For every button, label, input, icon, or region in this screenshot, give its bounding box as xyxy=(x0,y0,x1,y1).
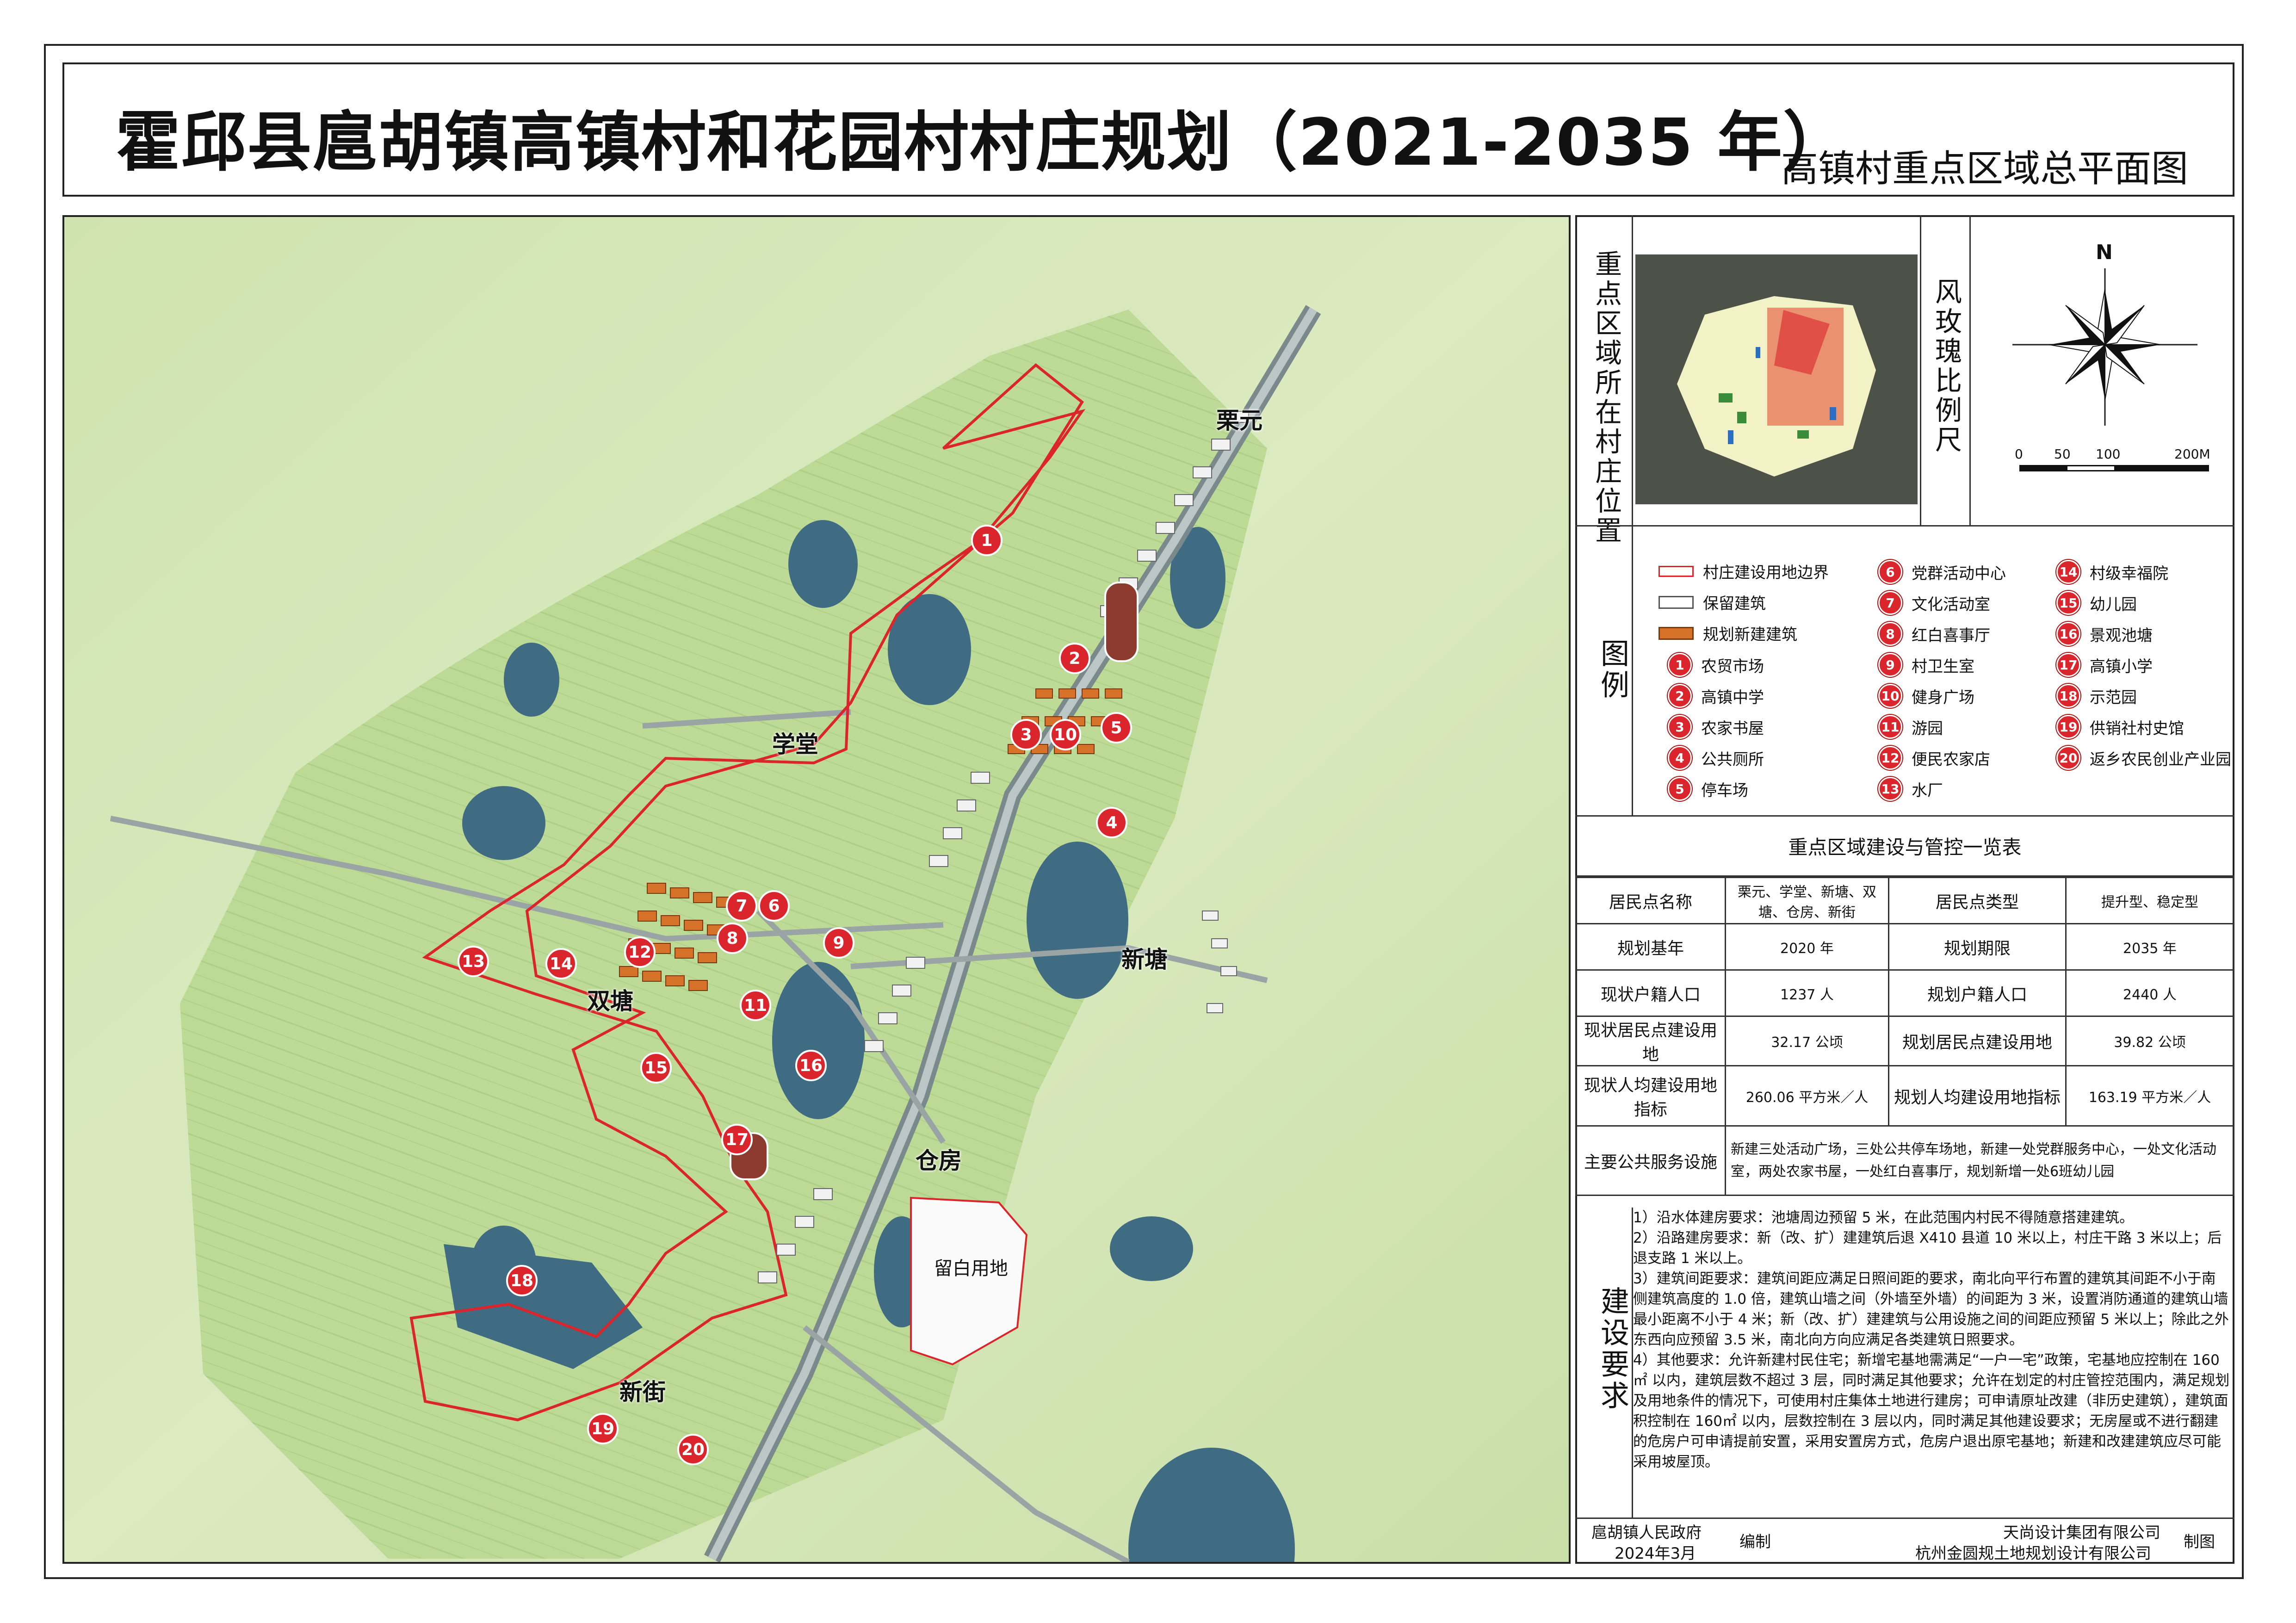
legend-boundary: 村庄建设用地边界 xyxy=(1659,560,1829,582)
footer-company-1: 天尚设计集团有限公司 xyxy=(2003,1524,2160,1542)
marker-18-demo-garden: 18 xyxy=(506,1265,538,1296)
legend-item: 6 党群活动中心 xyxy=(1878,560,2006,584)
requirement-item: 2）沿路建房要求：新（改、扩）建建筑后退 X410 县道 10 米以上，村庄干路… xyxy=(1633,1230,2222,1267)
north-label: N xyxy=(2096,241,2113,264)
marker-8-ceremony-hall: 8 xyxy=(717,923,748,954)
legend-item: 13 水厂 xyxy=(1878,777,1943,801)
legend-item: 14 村级幸福院 xyxy=(2056,560,2168,584)
marker-10-fitness-square: 10 xyxy=(1050,719,1081,750)
reserved-land-label: 留白用地 xyxy=(934,1258,1008,1279)
footer-gov: 扈胡镇人民政府 xyxy=(1591,1524,1702,1542)
marker-11-garden: 11 xyxy=(740,990,771,1021)
place-cangfang: 仓房 xyxy=(916,1147,962,1174)
marker-20-industrial-park: 20 xyxy=(677,1434,709,1465)
control-table: 居民点名称 栗元、学堂、新塘、双塘、仓房、新街 居民点类型 提升型、稳定型 规划… xyxy=(1575,877,2234,1196)
marker-9-clinic: 9 xyxy=(823,927,854,959)
marker-14-welfare-home: 14 xyxy=(545,948,577,979)
requirement-item: 3）建筑间距要求：建筑间距应满足日照间距的要求，南北向平行布置的建筑其间距不小于… xyxy=(1633,1270,2229,1348)
footer-date: 2024年3月 xyxy=(1615,1544,1696,1563)
legend-item: 11 游园 xyxy=(1878,715,1943,739)
location-heading: 重点区域所在村庄位置 xyxy=(1590,250,1622,546)
legend-new: 规划新建建筑 xyxy=(1659,622,1797,644)
table-row: 现状居民点建设用地 32.17 公顷 规划居民点建设用地 39.82 公顷 xyxy=(1575,1016,2234,1066)
legend-item: 18 示范园 xyxy=(2056,684,2137,708)
marker-7-culture-room: 7 xyxy=(726,890,757,922)
marker-6-party-center: 6 xyxy=(758,890,790,922)
marker-19-history-museum: 19 xyxy=(587,1413,619,1444)
legend-item: 3 农家书屋 xyxy=(1668,715,1764,739)
boundary-swatch xyxy=(1659,565,1694,577)
location-map-thumbnail xyxy=(1635,254,1918,504)
marker-13-waterworks: 13 xyxy=(458,946,489,977)
legend-item: 12 便民农家店 xyxy=(1878,746,1990,770)
requirements-heading: 建设要求 xyxy=(1596,1286,1629,1412)
page-title: 霍邱县扈胡镇高镇村和花园村村庄规划（2021-2035 年） xyxy=(116,105,1849,180)
footer-company-2: 杭州金圆规土地规划设计有限公司 xyxy=(1915,1544,2151,1563)
scale-label-100: 100 xyxy=(2096,446,2121,462)
scale-label-50: 50 xyxy=(2054,446,2071,462)
legend-item: 4 公共厕所 xyxy=(1668,746,1764,770)
marker-2-middle-school: 2 xyxy=(1059,643,1090,674)
marker-15-kindergarten: 15 xyxy=(640,1052,672,1084)
scale-bar xyxy=(2019,465,2209,471)
school-track xyxy=(1104,582,1139,662)
marker-3-library: 3 xyxy=(1010,719,1042,750)
master-plan-map: 栗元 学堂 双塘 新塘 仓房 新街 留白用地 1 2 3 4 5 6 7 8 9… xyxy=(62,215,1571,1564)
footer-draw: 制图 xyxy=(2184,1533,2215,1551)
legend-item: 19 供销社村史馆 xyxy=(2056,715,2184,739)
scale-label-200: 200M xyxy=(2174,446,2210,462)
requirements-list: 1）沿水体建房要求：池塘周边预留 5 米，在此范围内村民不得随意搭建建筑。 2）… xyxy=(1633,1208,2230,1472)
marker-4-toilet: 4 xyxy=(1096,807,1127,838)
table-row: 主要公共服务设施 新建三处活动广场，三处公共停车场地，新建一处党群服务中心，一处… xyxy=(1575,1125,2234,1196)
legend-retained: 保留建筑 xyxy=(1659,591,1766,613)
place-liyuan: 栗元 xyxy=(1216,407,1262,434)
table-row: 现状人均建设用地指标 260.06 平方米／人 规划人均建设用地指标 163.1… xyxy=(1575,1065,2234,1127)
marker-1-market: 1 xyxy=(971,525,1003,556)
place-xintang: 新塘 xyxy=(1121,946,1168,973)
legend-item: 16 景观池塘 xyxy=(2056,622,2153,646)
table-row: 规划基年 2020 年 规划期限 2035 年 xyxy=(1575,923,2234,971)
marker-5-parking: 5 xyxy=(1101,712,1132,743)
legend-item: 10 健身广场 xyxy=(1878,684,1974,708)
legend-item: 2 高镇中学 xyxy=(1668,684,1764,708)
retained-swatch xyxy=(1659,595,1694,609)
place-xuetang: 学堂 xyxy=(772,731,818,758)
table-row: 居民点名称 栗元、学堂、新塘、双塘、仓房、新街 居民点类型 提升型、稳定型 xyxy=(1575,877,2234,924)
marker-16-landscape-pond: 16 xyxy=(795,1050,827,1081)
legend-item: 17 高镇小学 xyxy=(2056,653,2153,677)
map-canvas xyxy=(64,217,1569,1562)
page-subtitle: 高镇村重点区域总平面图 xyxy=(1781,147,2188,190)
table-row: 现状户籍人口 1237 人 规划户籍人口 2440 人 xyxy=(1575,969,2234,1017)
place-xinjie: 新街 xyxy=(619,1379,666,1406)
requirement-item: 1）沿水体建房要求：池塘周边预留 5 米，在此范围内村民不得随意搭建建筑。 xyxy=(1633,1209,2134,1226)
footer-compile: 编制 xyxy=(1739,1533,1771,1551)
legend-item: 7 文化活动室 xyxy=(1878,591,1990,615)
legend-item: 15 幼儿园 xyxy=(2056,591,2137,615)
table-heading: 重点区域建设与管控一览表 xyxy=(1575,817,2234,877)
scale-label-0: 0 xyxy=(2015,446,2023,462)
legend-item: 5 停车场 xyxy=(1668,777,1748,801)
legend-item: 9 村卫生室 xyxy=(1878,653,1974,677)
marker-12-store: 12 xyxy=(624,936,656,968)
new-swatch xyxy=(1659,626,1694,640)
rose-heading: 风玫瑰比例尺 xyxy=(1931,278,1962,455)
legend-item: 1 农贸市场 xyxy=(1668,653,1764,677)
place-shuangtang: 双塘 xyxy=(587,988,633,1015)
wind-rose-icon xyxy=(2012,268,2197,426)
legend-item: 8 红白喜事厅 xyxy=(1878,622,1990,646)
requirement-item: 4）其他要求：允许新建村民住宅；新增宅基地需满足“一户一宅”政策，宅基地应控制在… xyxy=(1633,1352,2230,1470)
marker-17-primary-school: 17 xyxy=(721,1124,753,1155)
legend-item: 20 返乡农民创业产业园 xyxy=(2056,746,2231,770)
legend-heading: 图例 xyxy=(1596,638,1629,701)
